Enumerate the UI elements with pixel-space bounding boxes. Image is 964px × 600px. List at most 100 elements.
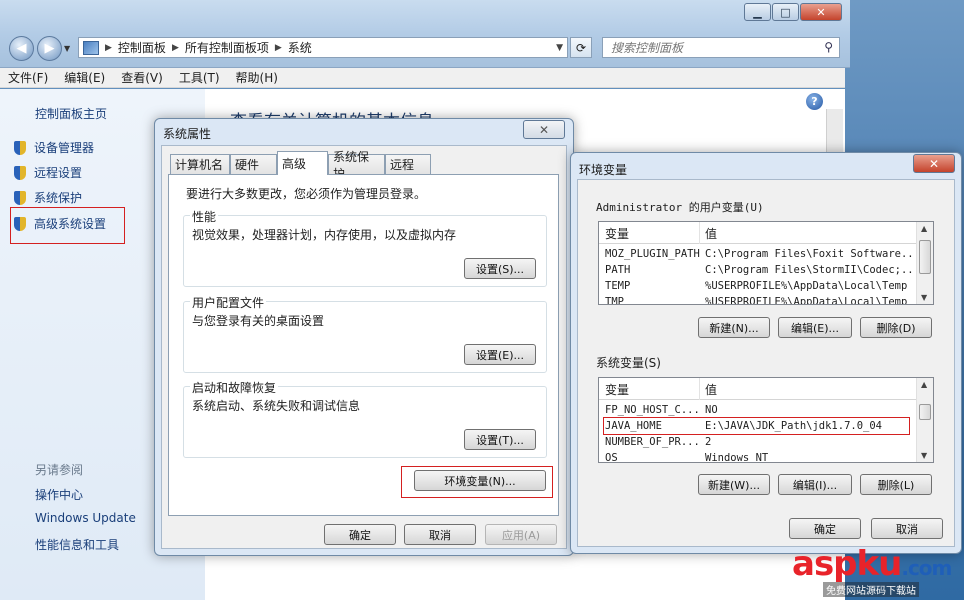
tab-advanced[interactable]: 高级 (277, 151, 328, 175)
tab-computer-name[interactable]: 计算机名 (170, 154, 230, 174)
user-profile-desc: 与您登录有关的桌面设置 (192, 314, 325, 328)
column-header-value[interactable]: 值 (705, 381, 717, 398)
watermark-logo: aspku.com (792, 544, 952, 584)
user-variables-header: 变量 值 (599, 222, 933, 244)
maximize-button[interactable]: □ (772, 3, 799, 21)
list-item[interactable]: TEMP %USERPROFILE%\AppData\Local\Temp (599, 279, 917, 295)
action-center-link[interactable]: 操作中心 (35, 486, 83, 503)
performance-title: 性能 (190, 208, 219, 225)
variable-value: C:\Program Files\Foxit Software... (705, 248, 915, 260)
column-header-variable[interactable]: 变量 (605, 225, 629, 242)
explorer-title-bar: ▁ □ ✕ ◀ ▶ ▼ ▶ 控制面板 ▶ 所有控制面板项 ▶ 系统 ▼ ⟳ ⚲ (0, 0, 850, 68)
system-variables-header: 变量 值 (599, 378, 933, 400)
variable-name: TEMP (605, 280, 631, 292)
user-new-button[interactable]: 新建(N)... (698, 317, 770, 338)
scroll-down-icon[interactable]: ▼ (921, 451, 927, 460)
back-button[interactable]: ◀ (9, 36, 34, 61)
system-protection-link[interactable]: 系统保护 (12, 189, 82, 206)
admin-note: 要进行大多数更改，您必须作为管理员登录。 (186, 187, 427, 201)
breadcrumb-separator-icon: ▶ (171, 42, 179, 53)
performance-settings-button[interactable]: 设置(S)... (464, 258, 536, 279)
breadcrumb-system[interactable]: 系统 (288, 39, 312, 56)
search-input[interactable] (609, 39, 809, 56)
system-properties-apply-button[interactable]: 应用(A) (485, 524, 557, 545)
variable-name: OS (605, 452, 618, 463)
address-bar[interactable]: ▶ 控制面板 ▶ 所有控制面板项 ▶ 系统 ▼ (78, 37, 568, 58)
system-variables-scrollbar[interactable]: ▲ ▼ (916, 378, 933, 462)
breadcrumb-control-panel[interactable]: 控制面板 (118, 39, 166, 56)
performance-info-link[interactable]: 性能信息和工具 (35, 536, 119, 553)
windows-update-link[interactable]: Windows Update (35, 511, 136, 525)
list-item[interactable]: OS Windows_NT (599, 451, 917, 463)
user-profile-settings-button[interactable]: 设置(E)... (464, 344, 536, 365)
system-properties-ok-button[interactable]: 确定 (324, 524, 396, 545)
menu-bar: 文件(F) 编辑(E) 查看(V) 工具(T) 帮助(H) (0, 68, 845, 88)
system-delete-button[interactable]: 删除(L) (860, 474, 932, 495)
system-edit-button[interactable]: 编辑(I)... (778, 474, 852, 495)
list-item[interactable]: MOZ_PLUGIN_PATH C:\Program Files\Foxit S… (599, 247, 917, 263)
system-protection-label: 系统保护 (34, 191, 83, 205)
column-header-value[interactable]: 值 (705, 225, 717, 242)
list-item[interactable]: TMP %USERPROFILE%\AppData\Local\Temp (599, 295, 917, 305)
variable-value: 2 (705, 436, 712, 448)
watermark-logo-tld: .com (901, 556, 952, 580)
list-item[interactable]: NUMBER_OF_PR... 2 (599, 435, 917, 451)
environment-variables-cancel-button[interactable]: 取消 (871, 518, 943, 539)
recent-pages-chevron-icon[interactable]: ▼ (64, 44, 70, 53)
tab-hardware[interactable]: 硬件 (230, 154, 277, 174)
user-delete-button[interactable]: 删除(D) (860, 317, 932, 338)
user-profile-title: 用户配置文件 (190, 294, 267, 311)
breadcrumb-separator-icon: ▶ (105, 42, 112, 53)
search-box[interactable]: ⚲ (602, 37, 840, 58)
variable-name: FP_NO_HOST_C... (605, 404, 700, 416)
forward-button[interactable]: ▶ (37, 36, 62, 61)
advanced-tab-panel: 要进行大多数更改，您必须作为管理员登录。 性能 视觉效果，处理器计划，内存使用，… (168, 174, 559, 516)
user-variables-label: Administrator 的用户变量(U) (596, 201, 764, 214)
menu-edit[interactable]: 编辑(E) (64, 69, 105, 86)
system-new-button[interactable]: 新建(W)... (698, 474, 770, 495)
close-icon: ✕ (928, 156, 940, 171)
back-arrow-icon: ◀ (16, 41, 27, 56)
system-properties-close-button[interactable]: ✕ (523, 120, 565, 139)
system-properties-cancel-button[interactable]: 取消 (404, 524, 476, 545)
device-manager-link[interactable]: 设备管理器 (12, 139, 94, 156)
performance-group: 性能 视觉效果，处理器计划，内存使用，以及虚拟内存 设置(S)... (183, 208, 547, 287)
menu-help[interactable]: 帮助(H) (236, 69, 278, 86)
control-panel-home-link[interactable]: 控制面板主页 (35, 105, 107, 122)
variable-name: TMP (605, 296, 624, 305)
remote-settings-link[interactable]: 远程设置 (12, 164, 82, 181)
highlight-box-java-home (603, 417, 910, 435)
scroll-up-icon[interactable]: ▲ (921, 380, 927, 389)
tab-system-protection[interactable]: 系统保护 (328, 150, 385, 181)
column-divider[interactable] (699, 378, 700, 400)
environment-variables-ok-button[interactable]: 确定 (789, 518, 861, 539)
help-icon[interactable]: ? (806, 93, 823, 110)
scroll-down-icon[interactable]: ▼ (921, 293, 927, 302)
control-panel-icon (83, 40, 99, 55)
highlight-box-env-button (401, 466, 553, 498)
caption-buttons: ▁ □ ✕ (743, 3, 842, 21)
scroll-up-icon[interactable]: ▲ (921, 224, 927, 233)
close-button[interactable]: ✕ (800, 3, 842, 21)
breadcrumb-all-items[interactable]: 所有控制面板项 (185, 39, 269, 56)
column-header-variable[interactable]: 变量 (605, 381, 629, 398)
address-dropdown-icon[interactable]: ▼ (556, 43, 563, 53)
search-icon[interactable]: ⚲ (824, 40, 833, 54)
column-divider[interactable] (699, 222, 700, 244)
refresh-button[interactable]: ⟳ (570, 37, 592, 58)
menu-view[interactable]: 查看(V) (121, 69, 163, 86)
user-edit-button[interactable]: 编辑(E)... (778, 317, 852, 338)
list-item[interactable]: PATH C:\Program Files\StormII\Codec;... (599, 263, 917, 279)
variable-name: NUMBER_OF_PR... (605, 436, 700, 448)
scroll-thumb[interactable] (919, 240, 931, 274)
environment-variables-close-button[interactable]: ✕ (913, 154, 955, 173)
scroll-thumb[interactable] (919, 404, 931, 420)
user-variables-scrollbar[interactable]: ▲ ▼ (916, 222, 933, 304)
menu-file[interactable]: 文件(F) (8, 69, 48, 86)
tab-remote[interactable]: 远程 (385, 154, 431, 174)
menu-tools[interactable]: 工具(T) (179, 69, 220, 86)
remote-settings-label: 远程设置 (34, 166, 83, 180)
minimize-button[interactable]: ▁ (744, 3, 771, 21)
user-variables-list[interactable]: 变量 值 MOZ_PLUGIN_PATH C:\Program Files\Fo… (598, 221, 934, 305)
startup-recovery-settings-button[interactable]: 设置(T)... (464, 429, 536, 450)
